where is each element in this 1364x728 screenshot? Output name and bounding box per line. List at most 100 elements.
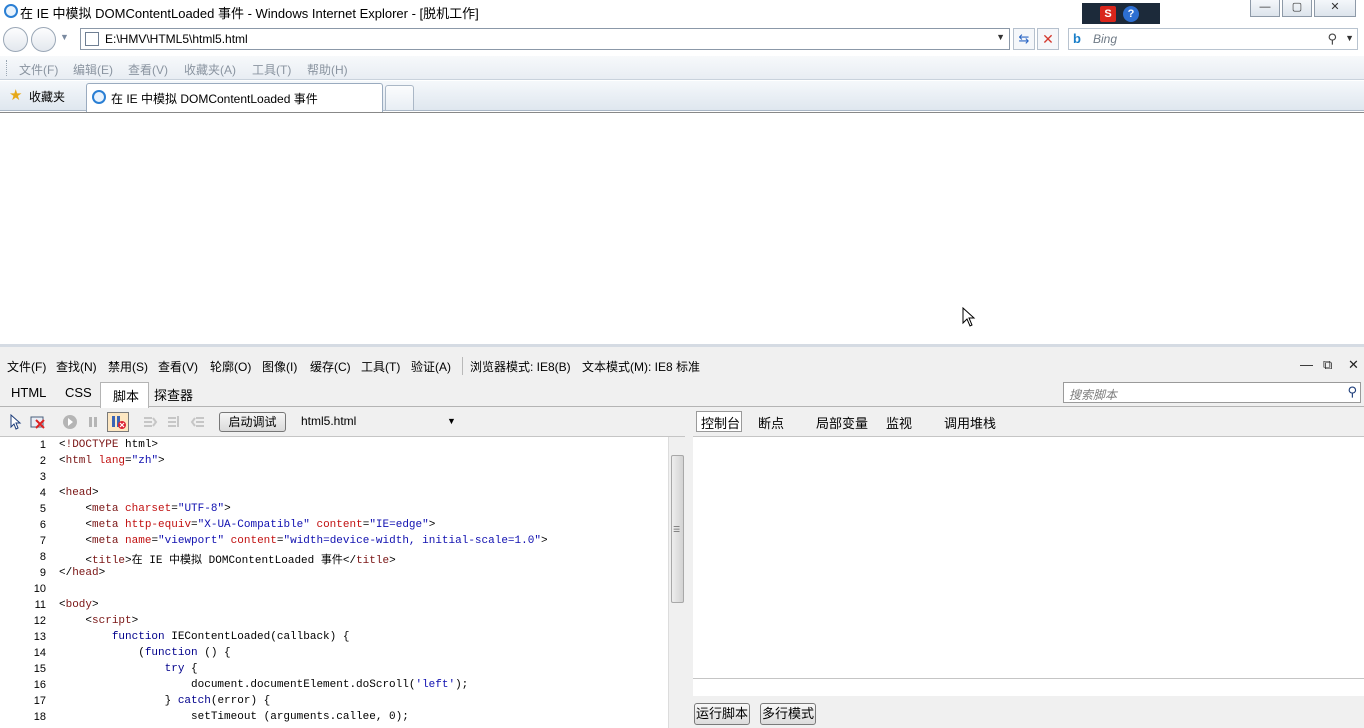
browser-tab-active[interactable]: 在 IE 中模拟 DOMContentLoaded 事件	[86, 83, 383, 112]
sogou-icon[interactable]: S	[1100, 6, 1116, 22]
dt-minimize-icon[interactable]: —	[1300, 357, 1313, 372]
code-line[interactable]: 10	[0, 583, 668, 599]
break-all-icon[interactable]	[85, 414, 101, 430]
code-line[interactable]: 11 <body>	[0, 599, 668, 615]
code-text[interactable]: <html lang="zh">	[59, 455, 165, 467]
tab-watch[interactable]: 监视	[886, 413, 912, 432]
tab-breakpoints[interactable]: 断点	[758, 413, 784, 432]
line-number[interactable]: 5	[20, 503, 46, 515]
code-text[interactable]: <title>在 IE 中模拟 DOMContentLoaded 事件</tit…	[59, 551, 395, 567]
dt-browser-mode[interactable]: 浏览器模式: IE8(B)	[470, 358, 571, 375]
line-number[interactable]: 16	[20, 679, 46, 691]
code-line[interactable]: 18 setTimeout (arguments.callee, 0);	[0, 711, 668, 727]
code-text[interactable]: <!DOCTYPE html>	[59, 439, 158, 451]
code-line[interactable]: 15 try {	[0, 663, 668, 679]
line-number[interactable]: 18	[20, 711, 46, 723]
line-number[interactable]: 7	[20, 535, 46, 547]
dt-menu-find[interactable]: 查找(N)	[56, 358, 97, 375]
page-viewport[interactable]	[0, 112, 1364, 344]
code-line[interactable]: 4 <head>	[0, 487, 668, 503]
code-line[interactable]: 16 document.documentElement.doScroll('le…	[0, 679, 668, 695]
dt-undock-icon[interactable]: ⧉	[1323, 357, 1332, 373]
dt-menu-file[interactable]: 文件(F)	[7, 358, 46, 375]
continue-icon[interactable]	[62, 414, 78, 430]
tab-profiler[interactable]: 探查器	[154, 385, 193, 404]
code-text[interactable]: <meta name="viewport" content="width=dev…	[59, 535, 547, 547]
dt-menu-cache[interactable]: 缓存(C)	[310, 358, 351, 375]
favorites-star-icon[interactable]: ★	[9, 86, 22, 104]
step-over-icon[interactable]	[166, 414, 182, 430]
code-line[interactable]: 1 <!DOCTYPE html>	[0, 439, 668, 455]
code-text[interactable]: try {	[59, 663, 198, 675]
script-search-placeholder[interactable]: 搜索脚本	[1069, 386, 1117, 403]
code-line[interactable]: 6 <meta http-equiv="X-UA-Compatible" con…	[0, 519, 668, 535]
step-out-icon[interactable]	[190, 414, 206, 430]
code-text[interactable]: function IEContentLoaded(callback) {	[59, 631, 350, 643]
code-line[interactable]: 9 </head>	[0, 567, 668, 583]
file-dropdown-icon[interactable]: ▼	[447, 416, 456, 426]
favorites-button[interactable]: 收藏夹	[29, 88, 65, 105]
break-on-error-icon[interactable]	[107, 412, 129, 432]
line-number[interactable]: 10	[20, 583, 46, 595]
start-debugging-button[interactable]: 启动调试	[219, 412, 286, 432]
line-number[interactable]: 14	[20, 647, 46, 659]
code-line[interactable]: 3	[0, 471, 668, 487]
menu-help[interactable]: 帮助(H)	[307, 61, 348, 78]
maximize-button[interactable]: ▢	[1282, 0, 1312, 17]
tab-css[interactable]: CSS	[65, 385, 92, 400]
multiline-mode-button[interactable]: 多行模式	[760, 703, 816, 725]
dt-menu-images[interactable]: 图像(I)	[262, 358, 297, 375]
line-number[interactable]: 17	[20, 695, 46, 707]
tab-call-stack[interactable]: 调用堆栈	[944, 413, 996, 432]
select-element-icon[interactable]	[8, 414, 24, 430]
line-number[interactable]: 2	[20, 455, 46, 467]
line-number[interactable]: 11	[20, 599, 46, 611]
code-text[interactable]: } catch(error) {	[59, 695, 271, 707]
line-number[interactable]: 4	[20, 487, 46, 499]
menu-view[interactable]: 查看(V)	[128, 61, 168, 78]
run-script-button[interactable]: 运行脚本	[694, 703, 750, 725]
new-tab-button[interactable]	[385, 85, 414, 110]
menu-tools[interactable]: 工具(T)	[252, 61, 291, 78]
clear-browser-cache-icon[interactable]	[30, 414, 46, 430]
line-number[interactable]: 13	[20, 631, 46, 643]
tab-locals[interactable]: 局部变量	[816, 413, 868, 432]
dt-menu-validate[interactable]: 验证(A)	[411, 358, 451, 375]
refresh-button[interactable]: ⇆	[1013, 28, 1035, 50]
search-icon[interactable]: ⚲	[1347, 384, 1357, 400]
code-line[interactable]: 8 <title>在 IE 中模拟 DOMContentLoaded 事件</t…	[0, 551, 668, 567]
line-number[interactable]: 8	[20, 551, 46, 563]
panel-splitter[interactable]	[685, 436, 693, 728]
code-line[interactable]: 17 } catch(error) {	[0, 695, 668, 711]
search-icon[interactable]: ⚲	[1327, 31, 1337, 47]
minimize-button[interactable]: —	[1250, 0, 1280, 17]
search-field[interactable]: b Bing ⚲ ▼	[1068, 28, 1358, 50]
dt-menu-disable[interactable]: 禁用(S)	[108, 358, 148, 375]
code-text[interactable]: document.documentElement.doScroll('left'…	[59, 679, 468, 691]
code-line[interactable]: 12 <script>	[0, 615, 668, 631]
search-dropdown-icon[interactable]: ▼	[1345, 33, 1354, 43]
console-output[interactable]	[693, 436, 1364, 678]
stop-button[interactable]: ✕	[1037, 28, 1059, 50]
back-button[interactable]	[3, 27, 28, 52]
menu-favorites[interactable]: 收藏夹(A)	[184, 61, 236, 78]
line-number[interactable]: 9	[20, 567, 46, 579]
menu-file[interactable]: 文件(F)	[19, 61, 58, 78]
line-number[interactable]: 6	[20, 519, 46, 531]
dt-menu-outline[interactable]: 轮廓(O)	[210, 358, 251, 375]
code-text[interactable]: (function () {	[59, 647, 230, 659]
code-text[interactable]: setTimeout (arguments.callee, 0);	[59, 711, 409, 723]
code-line[interactable]: 14 (function () {	[0, 647, 668, 663]
dt-document-mode[interactable]: 文本模式(M): IE8 标准	[582, 358, 700, 375]
code-text[interactable]: <meta charset="UTF-8">	[59, 503, 230, 515]
step-into-icon[interactable]	[142, 414, 158, 430]
help-icon[interactable]: ?	[1123, 6, 1139, 22]
code-text[interactable]: <script>	[59, 615, 138, 627]
code-line[interactable]: 2 <html lang="zh">	[0, 455, 668, 471]
script-source-view[interactable]: ☰ 1 <!DOCTYPE html> 2 <html lang="zh"> 3 4 <he…	[0, 436, 685, 728]
code-scrollbar[interactable]: ☰	[668, 437, 685, 728]
tab-script-label[interactable]: 脚本	[113, 386, 139, 405]
script-search-field[interactable]: 搜索脚本 ⚲	[1063, 382, 1361, 403]
code-text[interactable]: <body>	[59, 599, 99, 611]
url-dropdown-icon[interactable]: ▼	[996, 32, 1005, 42]
